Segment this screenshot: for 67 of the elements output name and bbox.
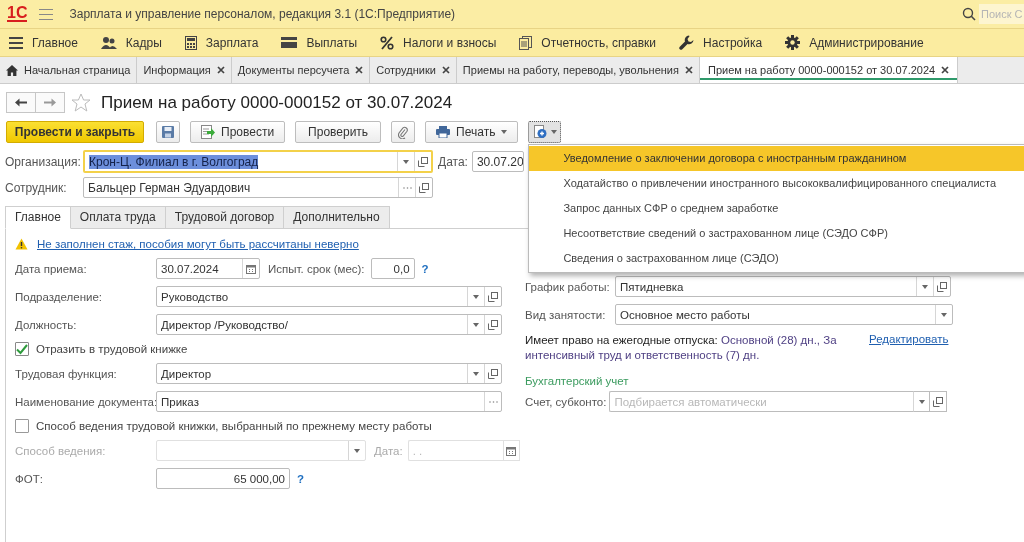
field-label: Вид занятости: [525, 308, 607, 321]
field-label: Должность: [15, 318, 78, 331]
section-heading: Бухгалтерский учет [525, 375, 630, 387]
window-tab[interactable]: Документы персучета [231, 57, 371, 83]
post-button[interactable]: Провести [190, 121, 286, 143]
edit-link[interactable]: Редактировать [869, 333, 949, 345]
help-link[interactable]: ? [421, 262, 429, 275]
form-tab[interactable]: Главное [5, 206, 71, 229]
employment-field[interactable]: Основное место работы [615, 304, 953, 325]
menu-item[interactable]: Уведомление о заключении договора с иностранным гражданином [529, 146, 1024, 171]
field-label: Испыт. срок (мес): [268, 262, 365, 275]
amount-field[interactable]: 65 000,00 [156, 468, 290, 489]
field-label: ФОТ: [15, 472, 44, 485]
organization-field[interactable]: Крон-Ц. Филиал в г. Волгоград [83, 150, 433, 173]
menu-item[interactable]: Несоответствие сведений о застрахованном лице (СЭДО СФР) [529, 221, 1024, 246]
form-tab[interactable]: Дополнительно [284, 206, 390, 229]
vacation-entitlement-text: Имеет право на ежегодные отпуска: Основной (28) дн., За интенсивный труд и ответственность (7) дн. [525, 333, 838, 363]
field-label: Способ ведения: [15, 444, 107, 457]
app-logo: 1С [7, 6, 28, 22]
field-label: График работы: [525, 280, 611, 293]
menu-item[interactable]: Запрос данных СФР о среднем заработке [529, 196, 1024, 221]
window-tab[interactable]: Начальная страница [0, 57, 138, 83]
window-title: Зарплата и управление персоналом, редакция 3.1 (1С:Предприятие) [69, 7, 456, 21]
section-link[interactable]: Зарплата [205, 35, 259, 50]
field-label: Трудовая функция: [15, 367, 118, 380]
window-tab[interactable]: Прием на работу 0000-000152 от 30.07.2024 [699, 57, 959, 83]
section-link[interactable]: Отчетность, справки [541, 35, 657, 50]
checkbox-label[interactable]: Отразить в трудовой книжке [36, 343, 188, 355]
department-field[interactable]: Руководство [156, 286, 502, 307]
form-tab[interactable]: Трудовой договор [165, 206, 285, 229]
menu-item[interactable]: Сведения о застрахованном лице (СЭДО) [529, 246, 1024, 271]
checkbox-label[interactable]: Способ ведения трудовой книжки, выбранный по прежнему месту работы [36, 420, 432, 432]
employee-field[interactable]: Бальцер Герман Эдуардович [83, 177, 433, 198]
account-field[interactable]: Подбирается автоматически [609, 391, 914, 412]
check-button[interactable]: Проверить [295, 121, 382, 143]
window-tab[interactable]: Информация [137, 57, 232, 83]
menu-item[interactable]: Ходатайство о привлечении иностранного высококвалифицированного специалиста [529, 171, 1024, 196]
field-label: Дата приема: [15, 262, 88, 275]
schedule-field[interactable]: Пятидневка [615, 276, 951, 297]
date-field[interactable]: 30.07.20 [471, 151, 524, 172]
form-tab[interactable]: Оплата труда [70, 206, 166, 229]
section-link[interactable]: Кадры [125, 35, 162, 50]
document-title: Прием на работу 0000-000152 от 30.07.2024 [101, 92, 453, 113]
help-link[interactable]: ? [297, 472, 305, 485]
field-label: Счет, субконто: [525, 395, 607, 408]
window-tab[interactable]: Сотрудники [370, 57, 457, 83]
window-tab[interactable]: Приемы на работу, переводы, увольнения [456, 57, 700, 83]
field-label: Наименование документа: [15, 395, 156, 408]
section-link[interactable]: Выплаты [306, 35, 358, 50]
field-label: Сотрудник: [5, 180, 68, 195]
field-label: Организация: [5, 154, 82, 169]
search-field[interactable]: Поиск С [979, 4, 1024, 24]
field-label: Дата: [374, 444, 403, 457]
field-label: Подразделение: [15, 290, 103, 303]
section-link[interactable]: Администрирование [809, 35, 924, 50]
date-field[interactable]: 30.07.2024 [156, 258, 260, 279]
position-field[interactable]: Директор /Руководство/ [156, 314, 502, 335]
warning-link[interactable]: Не заполнен стаж, пособия могут быть рассчитаны неверно [37, 238, 359, 250]
post-and-close-button[interactable]: Провести и закрыть [6, 121, 144, 143]
print-button[interactable]: Печать [425, 121, 519, 143]
section-link[interactable]: Главное [32, 35, 78, 50]
section-link[interactable]: Настройка [703, 35, 763, 50]
section-link[interactable]: Налоги и взносы [403, 35, 497, 50]
document-name-field[interactable]: Приказ [156, 391, 502, 412]
field-label: Дата: [438, 154, 468, 169]
number-field[interactable]: 0,0 [370, 258, 415, 279]
labor-function-field[interactable]: Директор [156, 363, 502, 384]
